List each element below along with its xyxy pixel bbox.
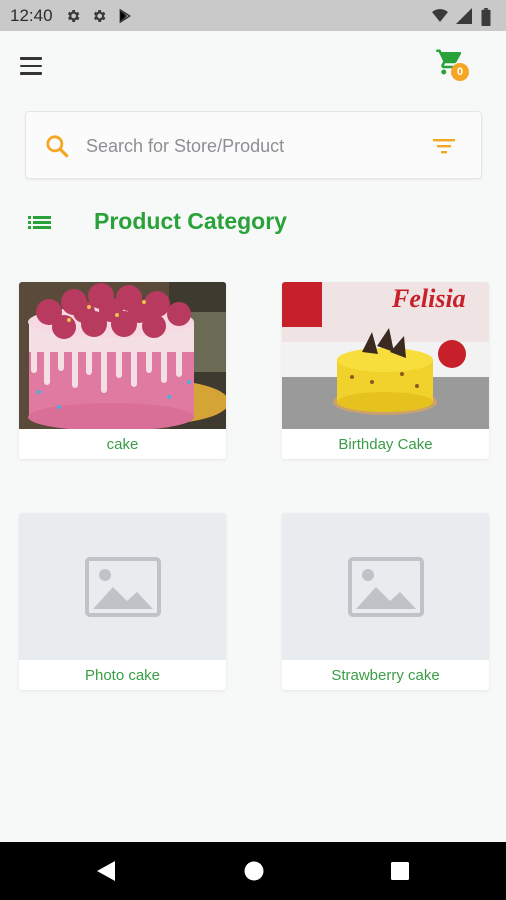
image-placeholder-icon bbox=[282, 513, 489, 660]
category-label: Photo cake bbox=[19, 660, 226, 690]
home-icon[interactable] bbox=[240, 857, 268, 885]
category-label: cake bbox=[19, 429, 226, 459]
navigation-bar bbox=[0, 842, 506, 900]
search-icon[interactable] bbox=[44, 133, 70, 159]
pink-drip-cake-photo bbox=[19, 282, 226, 429]
felisia-brand-text: Felisia bbox=[391, 284, 466, 313]
search-input[interactable] bbox=[86, 130, 416, 162]
battery-icon bbox=[480, 7, 496, 26]
gear-icon bbox=[91, 8, 107, 24]
status-icons-left bbox=[65, 8, 133, 24]
category-card-strawberry-cake[interactable]: Strawberry cake bbox=[282, 513, 489, 690]
cart-count-badge: 0 bbox=[451, 63, 469, 81]
category-header: Product Category bbox=[0, 196, 506, 248]
page-title: Product Category bbox=[94, 208, 287, 234]
yellow-chocolate-cake-photo: Felisia bbox=[282, 282, 489, 429]
category-card-photo-cake[interactable]: Photo cake bbox=[19, 513, 226, 690]
recents-icon[interactable] bbox=[386, 857, 414, 885]
filter-icon[interactable] bbox=[432, 136, 456, 156]
wifi-icon bbox=[432, 8, 448, 24]
app-bar: 0 bbox=[0, 31, 506, 101]
signal-icon bbox=[456, 7, 472, 24]
play-store-icon bbox=[117, 8, 133, 24]
cart-button[interactable]: 0 bbox=[434, 45, 474, 85]
category-label: Birthday Cake bbox=[282, 429, 489, 459]
image-placeholder-icon bbox=[19, 513, 226, 660]
list-icon bbox=[28, 216, 51, 229]
hamburger-menu-icon[interactable] bbox=[20, 51, 50, 81]
search-bar bbox=[25, 111, 482, 179]
category-card-cake[interactable]: cake bbox=[19, 282, 226, 459]
category-card-birthday-cake[interactable]: Felisia Birthday Cake bbox=[282, 282, 489, 459]
status-icons-right bbox=[432, 7, 496, 26]
back-icon[interactable] bbox=[92, 857, 120, 885]
status-bar: 12:40 bbox=[0, 0, 506, 31]
category-label: Strawberry cake bbox=[282, 660, 489, 690]
gear-icon bbox=[65, 8, 81, 24]
status-time: 12:40 bbox=[10, 5, 53, 25]
